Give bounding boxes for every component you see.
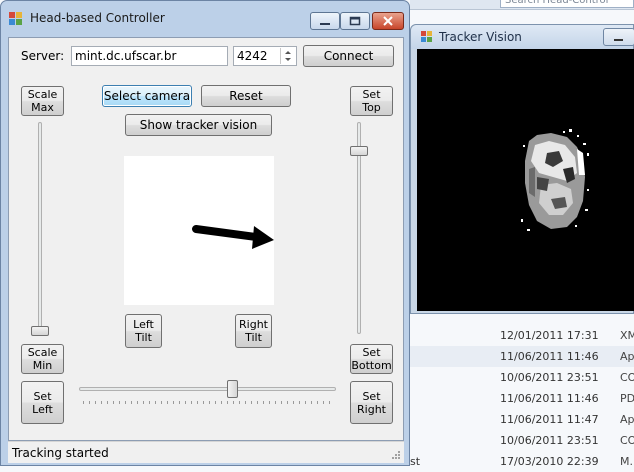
app-icon	[9, 12, 22, 25]
maximize-icon	[349, 16, 361, 26]
minimize-button[interactable]	[603, 28, 634, 46]
vertical-slider-thumb[interactable]	[350, 145, 368, 156]
explorer-stray-text: st	[410, 455, 421, 468]
minimize-icon	[320, 23, 330, 25]
file-date: 17/03/2010 22:39	[500, 455, 599, 468]
file-type: CO	[620, 371, 634, 384]
horizontal-slider-thumb[interactable]	[227, 380, 239, 398]
reset-button[interactable]: Reset	[201, 85, 291, 107]
head-controller-window: Head-based Controller Server: mint.dc.uf…	[0, 0, 410, 466]
explorer-file-row[interactable]: 11/06/2011 11:47 Ap	[410, 409, 634, 430]
explorer-file-row[interactable]: 17/03/2010 22:39 M...	[410, 451, 634, 472]
tracker-vision-window: Tracker Vision	[410, 24, 634, 314]
file-date: 10/06/2011 23:51	[500, 434, 599, 447]
right-tilt-line2: Tilt	[245, 331, 262, 344]
file-type: CO	[620, 434, 634, 447]
set-top-line1: Set	[362, 88, 381, 101]
status-text: Tracking started	[12, 446, 109, 460]
tracker-vision-titlebar[interactable]: Tracker Vision	[411, 25, 634, 49]
scale-min-button[interactable]: Scale Min	[21, 344, 64, 374]
set-left-button[interactable]: Set Left	[21, 381, 64, 424]
right-tilt-line1: Right	[239, 318, 268, 331]
file-date: 11/06/2011 11:47	[500, 413, 599, 426]
explorer-file-row[interactable]: 11/06/2011 11:46 Ap	[410, 346, 634, 367]
horizontal-slider-ticks	[83, 401, 330, 404]
app-icon	[421, 31, 432, 42]
scale-slider-track[interactable]	[38, 122, 42, 334]
status-bar: Tracking started	[8, 441, 404, 463]
file-date: 12/01/2011 17:31	[500, 329, 599, 342]
explorer-search-box[interactable]: Search Head-Control	[500, 0, 634, 8]
scale-min-line1: Scale	[27, 346, 58, 359]
left-tilt-line1: Left	[133, 318, 154, 331]
direction-arrow-icon	[192, 225, 274, 249]
scale-min-line2: Min	[32, 359, 53, 372]
server-port-stepper[interactable]: 4242	[233, 46, 297, 66]
tracker-vision-title: Tracker Vision	[439, 30, 522, 44]
file-type: PD	[620, 392, 634, 405]
explorer-file-row[interactable]: 10/06/2011 23:51 CO	[410, 430, 634, 451]
right-tilt-button[interactable]: Right Tilt	[235, 314, 272, 348]
file-type: XM	[620, 329, 634, 342]
maximize-button[interactable]	[340, 12, 370, 30]
port-spin-buttons[interactable]	[280, 48, 294, 64]
file-type: M...	[620, 455, 634, 468]
minimize-button[interactable]	[310, 12, 340, 30]
scale-slider-thumb[interactable]	[31, 326, 49, 336]
set-right-line1: Set	[362, 389, 381, 403]
set-left-line1: Set	[33, 389, 52, 403]
select-camera-button[interactable]: Select camera	[102, 85, 192, 107]
close-icon	[383, 16, 393, 26]
set-bottom-button[interactable]: Set Bottom	[350, 344, 393, 374]
scale-max-button[interactable]: Scale Max	[21, 86, 64, 116]
minimize-icon	[614, 39, 623, 41]
file-date: 11/06/2011 11:46	[500, 392, 599, 405]
direction-preview	[124, 156, 274, 305]
connect-button[interactable]: Connect	[303, 45, 394, 67]
tracked-face-image	[521, 129, 589, 231]
set-right-button[interactable]: Set Right	[350, 381, 393, 424]
server-label: Server:	[21, 49, 65, 63]
set-bottom-line1: Set	[362, 346, 381, 359]
left-tilt-button[interactable]: Left Tilt	[125, 314, 162, 348]
file-type: Ap	[620, 350, 634, 363]
horizontal-slider-track[interactable]	[79, 387, 336, 391]
set-right-line2: Right	[357, 402, 386, 416]
set-left-line2: Left	[32, 402, 53, 416]
window-client-area: Server: mint.dc.ufscar.br 4242 Connect S…	[8, 37, 404, 441]
explorer-file-row[interactable]: 12/01/2011 17:31 XM	[410, 325, 634, 346]
window-titlebar[interactable]: Head-based Controller	[1, 1, 409, 37]
set-bottom-line2: Bottom	[351, 359, 392, 372]
resize-grip-icon[interactable]	[391, 450, 401, 460]
tracker-vision-canvas	[417, 49, 634, 311]
file-type: Ap	[620, 413, 634, 426]
close-button[interactable]	[372, 12, 404, 30]
spin-arrows-icon	[285, 51, 291, 61]
left-tilt-line2: Tilt	[135, 331, 152, 344]
file-date: 10/06/2011 23:51	[500, 371, 599, 384]
file-date: 11/06/2011 11:46	[500, 350, 599, 363]
server-port-value: 4242	[237, 49, 268, 63]
window-title: Head-based Controller	[30, 11, 165, 25]
server-host-input[interactable]: mint.dc.ufscar.br	[71, 46, 228, 66]
explorer-file-row[interactable]: 10/06/2011 23:51 CO	[410, 367, 634, 388]
set-top-button[interactable]: Set Top	[350, 86, 393, 116]
explorer-file-row[interactable]: 11/06/2011 11:46 PD	[410, 388, 634, 409]
scale-max-line1: Scale	[27, 88, 58, 101]
scale-max-line2: Max	[31, 101, 54, 114]
show-tracker-vision-button[interactable]: Show tracker vision	[125, 114, 272, 136]
set-top-line2: Top	[362, 101, 381, 114]
